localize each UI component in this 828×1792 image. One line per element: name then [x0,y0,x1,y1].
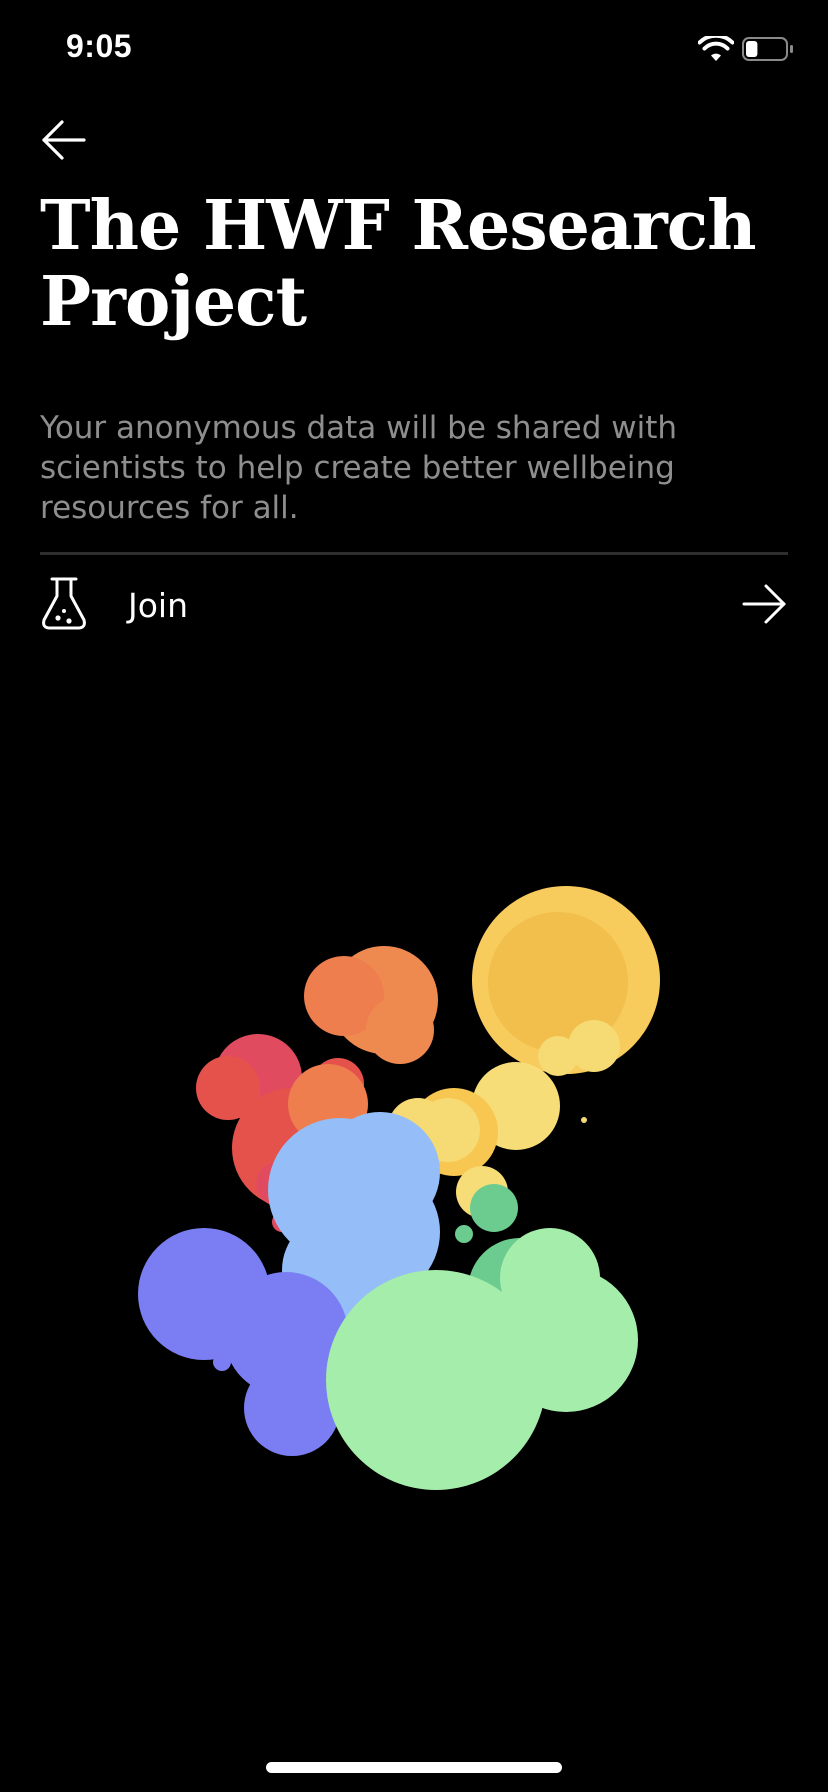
join-research-button[interactable]: Join [40,566,788,648]
status-bar: 9:05 [0,0,828,100]
bubble-illustration [138,886,660,1490]
home-indicator[interactable] [266,1762,562,1773]
page-title: The HWF Research Project [40,186,757,342]
description-text: Your anonymous data will be shared with … [40,410,678,526]
divider [40,552,788,555]
battery-fill [746,41,758,57]
back-button[interactable] [36,112,92,168]
battery-icon [742,37,793,61]
status-time: 9:05 [66,28,133,64]
arrow-right-icon [742,584,786,624]
arrow-left-icon [42,120,86,160]
flask-icon [42,577,86,630]
wifi-icon [698,36,734,61]
join-label: Join [128,586,189,625]
orange-bubble-cluster [304,946,438,1064]
